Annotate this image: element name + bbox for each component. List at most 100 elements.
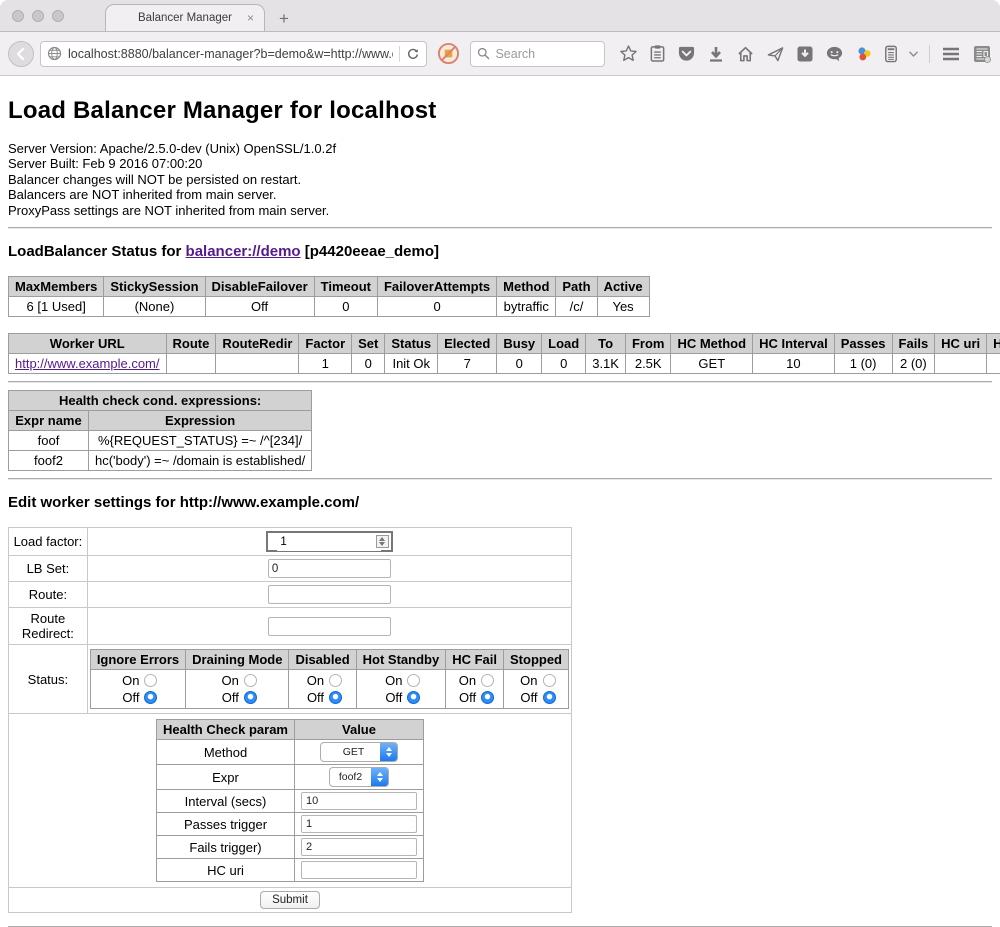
- send-icon[interactable]: [766, 45, 785, 63]
- form-row: LB Set:: [9, 556, 572, 582]
- col-header: Status: [385, 334, 438, 354]
- cell: [216, 354, 299, 374]
- col-header: HC uri: [935, 334, 987, 354]
- worker-url-link[interactable]: http://www.example.com/: [15, 356, 160, 371]
- newspaper-icon[interactable]: [972, 44, 992, 64]
- form-row-submit: Submit: [9, 888, 572, 913]
- content-blocker-icon[interactable]: [437, 42, 460, 65]
- on-label: On: [218, 673, 239, 688]
- hc-fail-on-radio[interactable]: [481, 674, 494, 687]
- form-row: Load factor:: [9, 528, 572, 556]
- stopped-off-radio[interactable]: [543, 691, 556, 704]
- reading-list-icon[interactable]: [649, 44, 666, 63]
- hc-fails-label: Fails trigger): [157, 836, 295, 859]
- status-disabled-cell: On Off: [289, 670, 356, 709]
- route-redirect-cell: [87, 608, 571, 645]
- note-inherit-line: Balancers are NOT inherited from main se…: [8, 187, 992, 202]
- number-stepper-icon[interactable]: [376, 535, 389, 548]
- hc-method-select[interactable]: GET: [320, 742, 398, 762]
- submit-button[interactable]: Submit: [260, 891, 320, 909]
- minimize-window-button[interactable]: [32, 10, 44, 22]
- hot-standby-off-radio[interactable]: [407, 691, 420, 704]
- route-redirect-input[interactable]: [268, 617, 391, 636]
- stopped-on-radio[interactable]: [543, 674, 556, 687]
- reload-icon[interactable]: [406, 47, 420, 61]
- hc-passes-label: Passes trigger: [157, 813, 295, 836]
- tab-close-icon[interactable]: ×: [247, 11, 254, 25]
- col-header: MaxMembers: [9, 277, 104, 297]
- toolbar-icons: [619, 44, 992, 64]
- battery-extension-icon[interactable]: [884, 44, 898, 63]
- draining-mode-off-radio[interactable]: [244, 691, 257, 704]
- col-header: Expr name: [9, 411, 89, 431]
- disabled-off-radio[interactable]: [329, 691, 342, 704]
- back-button[interactable]: [8, 41, 34, 67]
- extension-download-icon[interactable]: [796, 45, 814, 63]
- note-proxypass-line: ProxyPass settings are NOT inherited fro…: [8, 203, 992, 218]
- server-version-line: Server Version: Apache/2.5.0-dev (Unix) …: [8, 141, 992, 156]
- hc-expr-select[interactable]: foof2: [329, 767, 389, 787]
- submit-cell: Submit: [9, 888, 572, 913]
- hc-interval-label: Interval (secs): [157, 790, 295, 813]
- colors-extension-icon[interactable]: [855, 45, 873, 63]
- chat-smiley-icon[interactable]: [825, 45, 844, 63]
- col-header: Factor: [299, 334, 352, 354]
- pocket-icon[interactable]: [677, 45, 696, 63]
- downloads-icon[interactable]: [707, 45, 725, 63]
- cell: bytraffic: [497, 297, 556, 317]
- col-header: Worker URL: [9, 334, 167, 354]
- zoom-window-button[interactable]: [52, 10, 64, 22]
- hc-fail-off-radio[interactable]: [481, 691, 494, 704]
- cell: foof: [9, 431, 89, 451]
- route-input[interactable]: [268, 585, 391, 604]
- page-title: Load Balancer Manager for localhost: [8, 97, 992, 125]
- hc-fails-input[interactable]: [301, 838, 417, 856]
- load-factor-input[interactable]: [277, 534, 381, 551]
- lb-set-input[interactable]: [268, 559, 391, 578]
- home-icon[interactable]: [736, 45, 755, 63]
- hc-interval-input[interactable]: [301, 792, 417, 810]
- new-tab-button[interactable]: +: [279, 10, 289, 27]
- hc-uri-input[interactable]: [301, 861, 417, 879]
- disabled-on-radio[interactable]: [329, 674, 342, 687]
- close-window-button[interactable]: [12, 10, 24, 22]
- route-cell: [87, 582, 571, 608]
- section-divider: [8, 227, 992, 229]
- col-header: HC Method: [671, 334, 753, 354]
- cell: Yes: [597, 297, 649, 317]
- section-divider: [8, 381, 992, 383]
- ignore-errors-off-radio[interactable]: [144, 691, 157, 704]
- col-header: HC Fail: [446, 650, 504, 670]
- balancer-status-table: MaxMembers StickySession DisableFailover…: [8, 276, 650, 317]
- draining-mode-on-radio[interactable]: [244, 674, 257, 687]
- menu-icon[interactable]: [941, 46, 961, 62]
- on-label: On: [455, 673, 476, 688]
- cell: 2.5K: [625, 354, 671, 374]
- balancer-demo-link[interactable]: balancer://demo: [186, 243, 301, 260]
- url-text[interactable]: localhost:8880/balancer-manager?b=demo&w…: [68, 47, 393, 61]
- navigation-toolbar: localhost:8880/balancer-manager?b=demo&w…: [0, 32, 1000, 76]
- search-input[interactable]: [495, 47, 595, 61]
- lb-set-label: LB Set:: [9, 556, 88, 582]
- cell: 0: [497, 354, 542, 374]
- cell: %{REQUEST_STATUS} =~ /^[234]/: [89, 431, 312, 451]
- hc-passes-input[interactable]: [301, 815, 417, 833]
- url-bar[interactable]: localhost:8880/balancer-manager?b=demo&w…: [40, 41, 427, 67]
- hc-expr-row: Expr foof2: [157, 765, 424, 790]
- worker-url-cell: http://www.example.com/: [9, 354, 167, 374]
- load-factor-label: Load factor:: [9, 528, 88, 556]
- status-stopped-cell: On Off: [504, 670, 569, 709]
- table-header-row: MaxMembers StickySession DisableFailover…: [9, 277, 650, 297]
- hot-standby-on-radio[interactable]: [407, 674, 420, 687]
- col-header: Expression: [89, 411, 312, 431]
- hc-expr-title: Health check cond. expressions:: [9, 391, 312, 411]
- col-header: HC Interval: [753, 334, 835, 354]
- table-header-row: Expr name Expression: [9, 411, 312, 431]
- ignore-errors-on-radio[interactable]: [144, 674, 157, 687]
- search-bar[interactable]: [470, 41, 605, 67]
- col-header: StickySession: [104, 277, 205, 297]
- tab-balancer-manager[interactable]: Balancer Manager ×: [105, 4, 265, 31]
- bookmark-star-icon[interactable]: [619, 44, 638, 63]
- route-label: Route:: [9, 582, 88, 608]
- dropdown-caret-icon[interactable]: [909, 51, 918, 57]
